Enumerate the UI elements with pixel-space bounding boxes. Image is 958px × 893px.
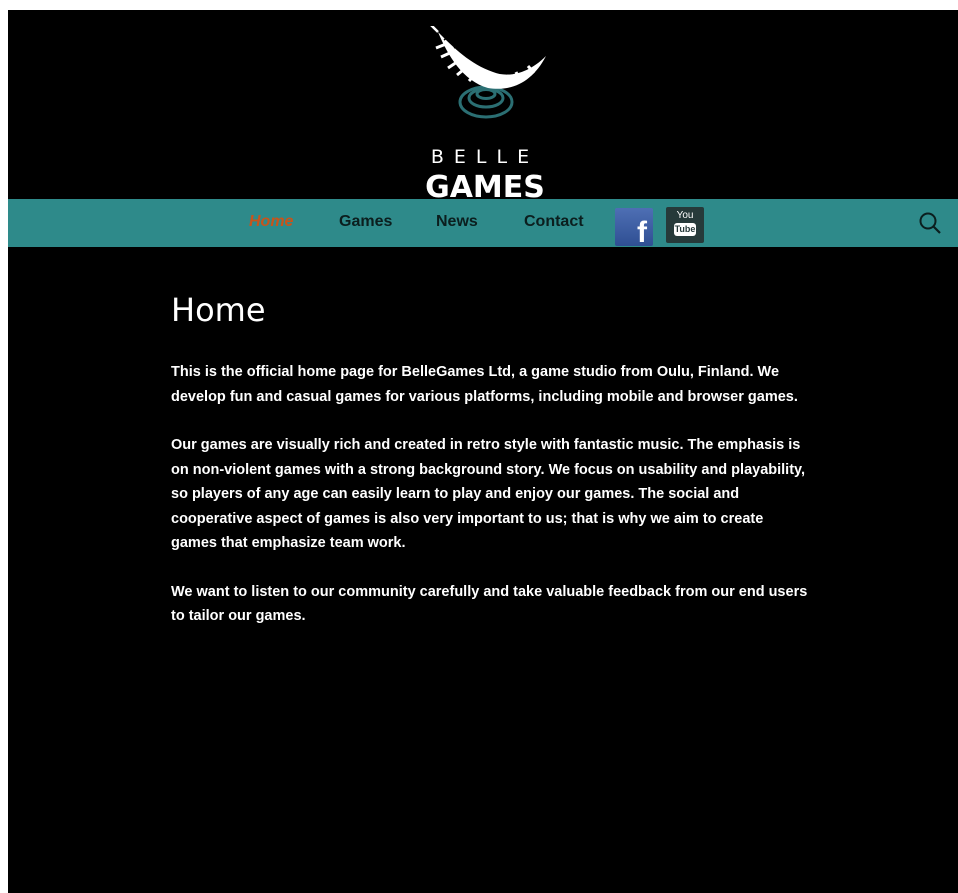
search-icon[interactable] bbox=[918, 211, 942, 235]
nav-item-games[interactable]: Games bbox=[339, 213, 392, 231]
nav-item-home[interactable]: Home bbox=[249, 213, 293, 231]
nav-item-contact[interactable]: Contact bbox=[524, 213, 584, 231]
facebook-icon[interactable]: f bbox=[615, 208, 653, 246]
page-frame: BELLE GAMES Home Games News Contact f Yo… bbox=[8, 10, 958, 893]
main-content: Home This is the official home page for … bbox=[171, 290, 811, 629]
youtube-icon[interactable]: You Tube bbox=[666, 207, 704, 243]
logo-text-belle: BELLE bbox=[430, 146, 540, 168]
community-paragraph: We want to listen to our community caref… bbox=[171, 583, 808, 625]
feather-logo-icon bbox=[430, 26, 546, 119]
site-header: BELLE GAMES bbox=[8, 10, 958, 205]
facebook-glyph: f bbox=[637, 216, 647, 246]
intro-paragraph: This is the official home page for Belle… bbox=[171, 364, 798, 405]
main-navbar: Home Games News Contact f You Tube bbox=[8, 199, 958, 247]
youtube-glyph-bottom: Tube bbox=[674, 223, 696, 236]
nav-item-news[interactable]: News bbox=[436, 213, 478, 231]
page-title: Home bbox=[171, 291, 266, 329]
games-paragraph: Our games are visually rich and created … bbox=[171, 437, 806, 551]
site-logo[interactable]: BELLE GAMES bbox=[408, 26, 568, 205]
youtube-glyph-top: You bbox=[676, 210, 694, 221]
